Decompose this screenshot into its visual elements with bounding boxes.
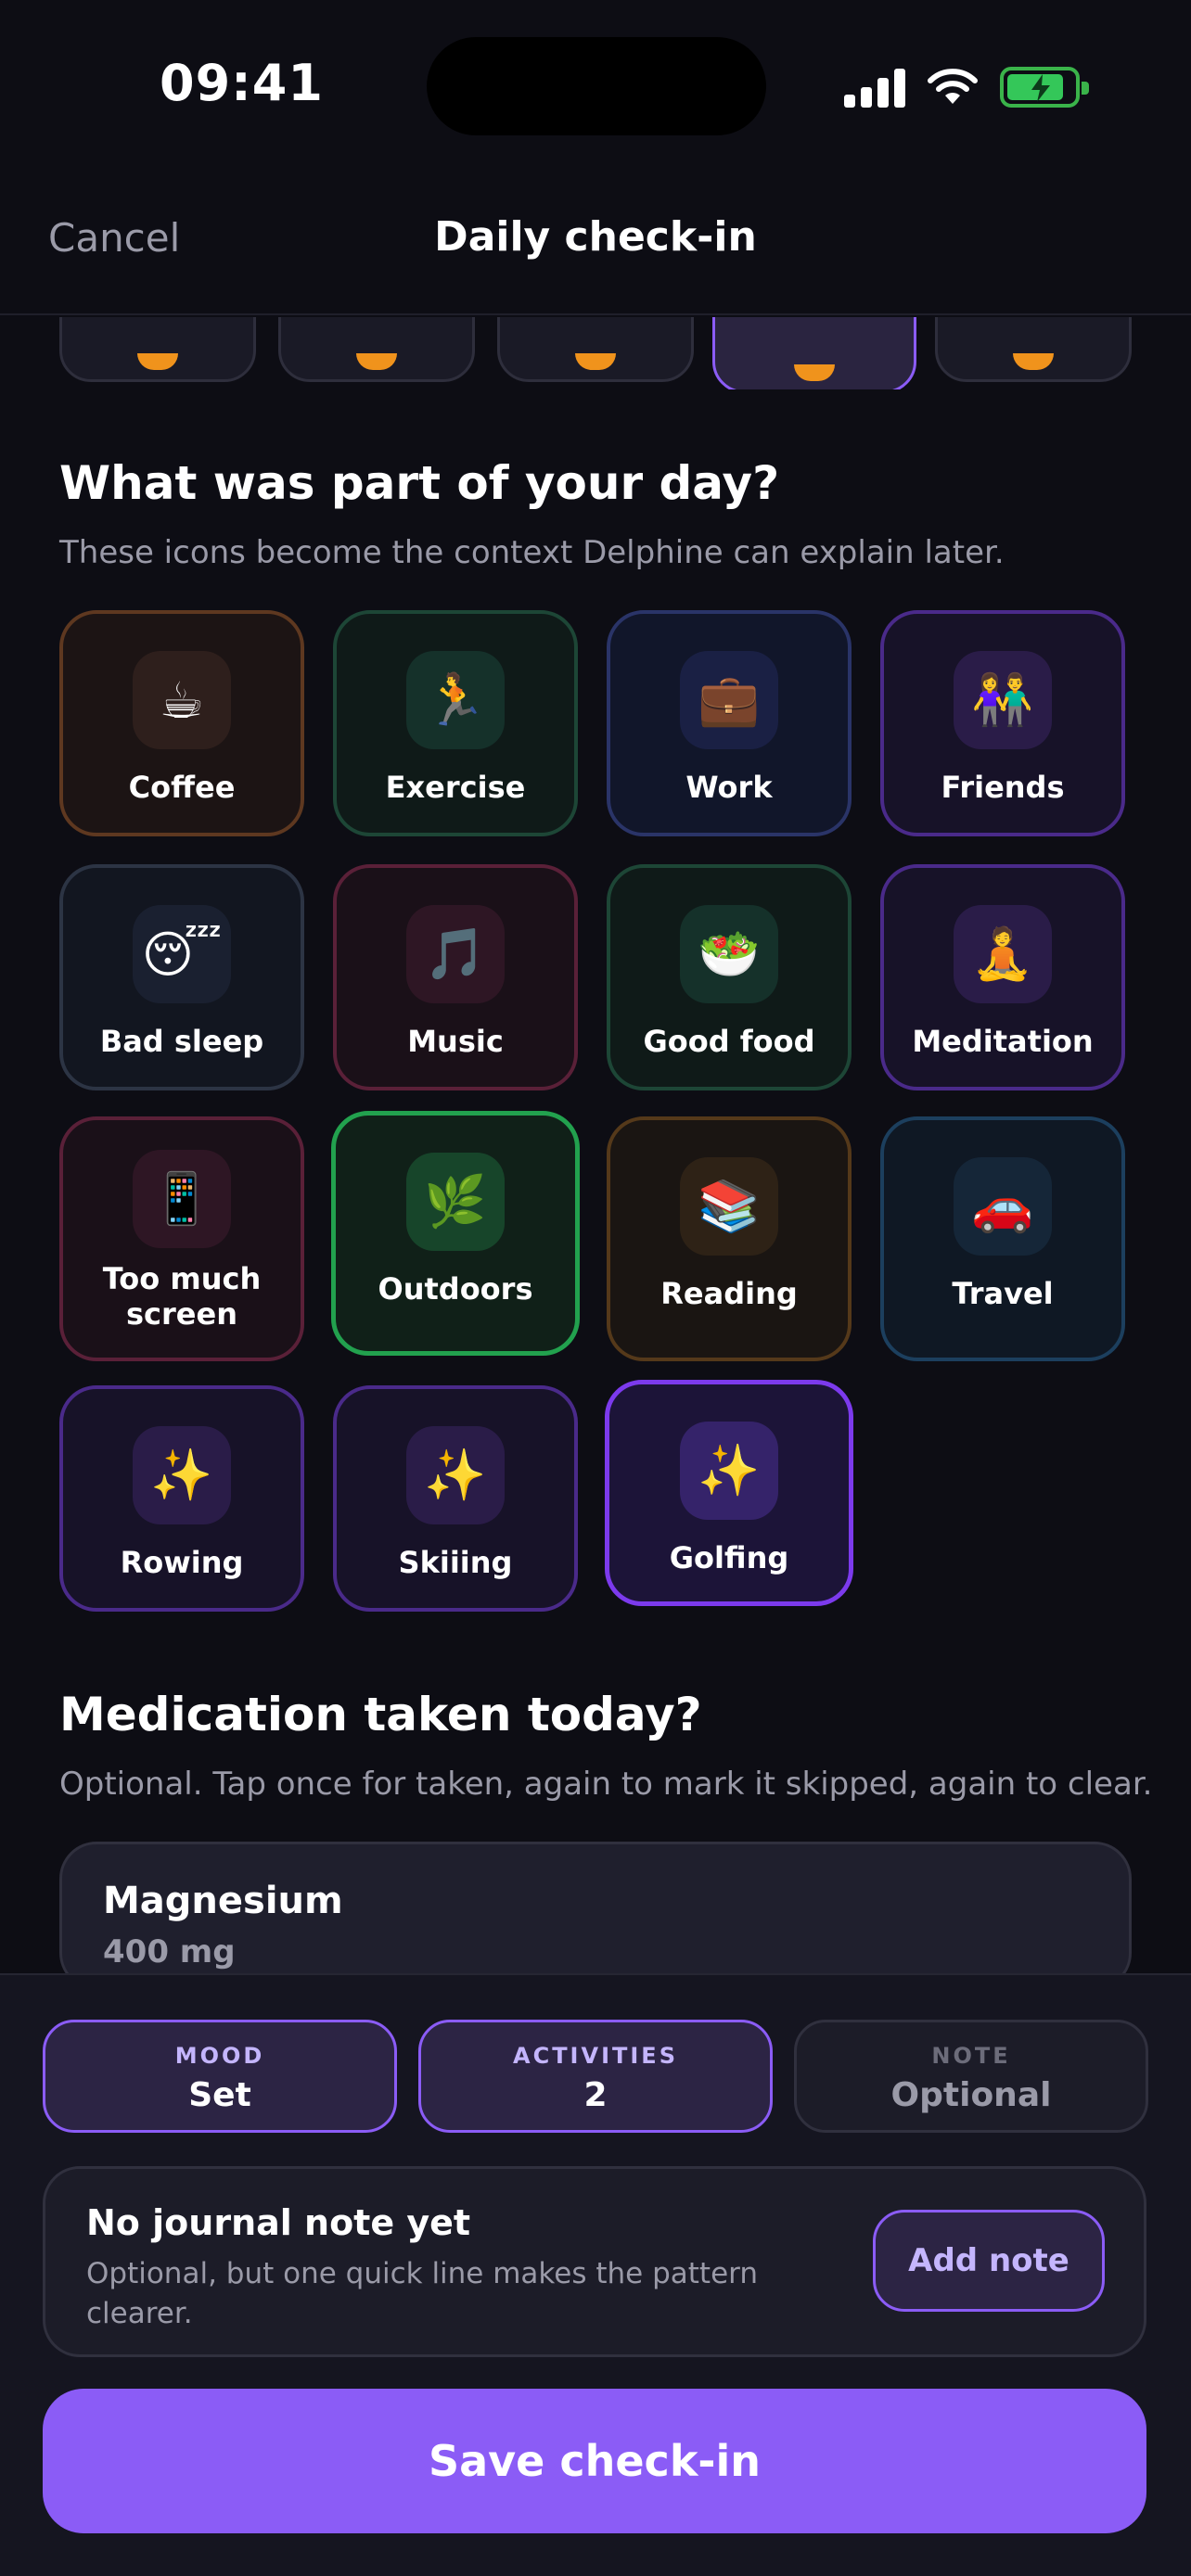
medication-heading: Medication taken today?: [59, 1688, 702, 1741]
journal-title: No journal note yet: [86, 2202, 471, 2243]
activity-tile-skiiing[interactable]: ✨ Skiiing: [333, 1385, 578, 1612]
activity-tile-work[interactable]: 💼 Work: [607, 610, 852, 836]
status-time: 09:41: [160, 54, 324, 112]
status-icons: [844, 61, 1089, 108]
activity-label: Travel: [952, 1276, 1054, 1311]
activity-tile-music[interactable]: 🎵 Music: [333, 864, 578, 1090]
battery-charging-icon: [1000, 67, 1089, 108]
activity-label: Too much screen: [102, 1261, 262, 1333]
chip-key: MOOD: [174, 2043, 265, 2069]
activity-tile-rowing[interactable]: ✨ Rowing: [59, 1385, 304, 1612]
good-food-icon: 🥗: [680, 905, 778, 1003]
bottom-summary-panel: MOOD Set ACTIVITIES 2 NOTE Optional No j…: [0, 1973, 1191, 2576]
wifi-icon: [928, 69, 978, 104]
meditation-icon: 🧘: [954, 905, 1052, 1003]
activity-tile-friends[interactable]: 👫 Friends: [880, 610, 1125, 836]
mood-status-chip[interactable]: MOOD Set: [43, 2020, 397, 2133]
activity-tile-travel[interactable]: 🚗 Travel: [880, 1116, 1125, 1361]
chip-key: NOTE: [931, 2043, 1011, 2069]
activity-label: Coffee: [128, 770, 236, 805]
activity-tile-exercise[interactable]: 🏃 Exercise: [333, 610, 578, 836]
mood-option[interactable]: [59, 317, 256, 382]
activity-label: Rowing: [120, 1545, 244, 1580]
chip-value: 2: [583, 2076, 608, 2114]
mood-selector: [0, 317, 1191, 389]
medication-subtitle: Optional. Tap once for taken, again to m…: [59, 1766, 1153, 1803]
golfing-icon: ✨: [680, 1422, 778, 1520]
work-icon: 💼: [680, 651, 778, 749]
medication-name: Magnesium: [103, 1880, 343, 1922]
journal-note-card: No journal note yet Optional, but one qu…: [43, 2166, 1146, 2357]
travel-icon: 🚗: [954, 1157, 1052, 1256]
activity-tile-outdoors[interactable]: 🌿 Outdoors: [331, 1111, 580, 1356]
activity-label: Meditation: [912, 1024, 1094, 1059]
cellular-signal-icon: [844, 67, 905, 108]
activity-tile-reading[interactable]: 📚 Reading: [607, 1116, 852, 1361]
activity-tile-too-much-screen[interactable]: 📱 Too much screen: [59, 1116, 304, 1361]
activity-tile-coffee[interactable]: ☕ Coffee: [59, 610, 304, 836]
medication-dose: 400 mg: [103, 1933, 236, 1970]
medication-card-magnesium[interactable]: Magnesium 400 mg: [59, 1842, 1132, 1990]
activity-label: Golfing: [669, 1540, 789, 1575]
activity-tile-meditation[interactable]: 🧘 Meditation: [880, 864, 1125, 1090]
activity-label: Friends: [941, 770, 1065, 805]
coffee-icon: ☕: [133, 651, 231, 749]
activities-status-chip[interactable]: ACTIVITIES 2: [418, 2020, 773, 2133]
chip-key: ACTIVITIES: [513, 2043, 678, 2069]
activity-tile-bad-sleep[interactable]: 😴 Bad sleep: [59, 864, 304, 1090]
save-checkin-button[interactable]: Save check-in: [43, 2389, 1146, 2533]
activity-tile-good-food[interactable]: 🥗 Good food: [607, 864, 852, 1090]
dynamic-island: [427, 37, 766, 135]
reading-icon: 📚: [680, 1157, 778, 1256]
rowing-icon: ✨: [133, 1426, 231, 1524]
activity-tile-golfing[interactable]: ✨ Golfing: [605, 1380, 853, 1606]
activity-label: Bad sleep: [99, 1024, 264, 1059]
music-icon: 🎵: [406, 905, 505, 1003]
status-bar: 09:41: [0, 0, 1191, 176]
add-note-button[interactable]: Add note: [873, 2210, 1105, 2312]
mood-option[interactable]: [497, 317, 694, 382]
exercise-icon: 🏃: [406, 651, 505, 749]
activity-label: Work: [685, 770, 773, 805]
activity-label: Good food: [643, 1024, 815, 1059]
activity-label: Reading: [660, 1276, 798, 1311]
note-status-chip[interactable]: NOTE Optional: [794, 2020, 1148, 2133]
activity-label: Outdoors: [378, 1271, 533, 1307]
nav-bar: Cancel Daily check-in: [0, 176, 1191, 315]
activities-subtitle: These icons become the context Delphine …: [59, 534, 1005, 571]
journal-subtitle: Optional, but one quick line makes the p…: [86, 2257, 758, 2331]
activity-label: Exercise: [385, 770, 526, 805]
skiiing-icon: ✨: [406, 1426, 505, 1524]
activity-label: Skiiing: [398, 1545, 513, 1580]
friends-icon: 👫: [954, 651, 1052, 749]
chip-value: Optional: [890, 2076, 1052, 2114]
mood-option[interactable]: [278, 317, 475, 382]
too-much-screen-icon: 📱: [133, 1150, 231, 1248]
mood-option[interactable]: [935, 317, 1132, 382]
mood-option-selected[interactable]: [712, 317, 916, 389]
chip-value: Set: [188, 2076, 251, 2114]
page-title: Daily check-in: [434, 213, 757, 261]
bad-sleep-icon: 😴: [133, 905, 231, 1003]
activity-label: Music: [407, 1024, 504, 1059]
activities-heading: What was part of your day?: [59, 456, 780, 510]
outdoors-icon: 🌿: [406, 1153, 505, 1251]
